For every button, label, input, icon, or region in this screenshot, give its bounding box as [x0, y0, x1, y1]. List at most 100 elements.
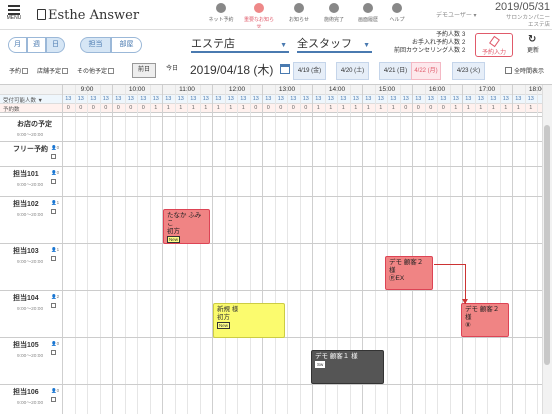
staff-row-header[interactable]: フリー予約 👤0 [0, 144, 64, 162]
appointment-card[interactable]: デモ 顧客２ 様 ⑧ [461, 303, 509, 337]
appointment-card[interactable]: 新規 様 初方 New [213, 303, 285, 338]
staff-select[interactable]: 全スタッフ ▼ [297, 37, 372, 53]
grid-column-line [187, 85, 188, 414]
calendar-icon[interactable] [51, 397, 56, 402]
view-day-button[interactable]: 日 [46, 37, 65, 53]
reserved-count: 1 [216, 105, 220, 111]
staff-row-header[interactable]: 担当105 👤0 9:00〜20:00 [0, 340, 64, 359]
available-count: 13 [477, 96, 484, 102]
grid-column-line [274, 85, 276, 414]
date-tab-0422[interactable]: 4/22 (月) [411, 62, 441, 80]
reserved-count: 0 [279, 105, 283, 111]
staff-row-header[interactable]: 担当103 👤1 9:00〜20:00 [0, 246, 64, 265]
store-select[interactable]: エステ店 ▼ [191, 37, 289, 53]
staff-name: 担当102 [13, 201, 39, 208]
row-divider [0, 290, 542, 291]
scrollbar-thumb[interactable] [544, 125, 550, 365]
nav-treatment-done[interactable]: 施術完了 [318, 3, 350, 23]
nav-help[interactable]: ヘルプ [381, 3, 413, 23]
calendar-icon[interactable] [51, 154, 56, 159]
view-room-button[interactable]: 部屋 [111, 37, 142, 53]
row-divider [0, 384, 542, 385]
reserved-count: 1 [229, 105, 233, 111]
time-label: 13:00 [278, 86, 296, 93]
staff-row-header[interactable]: 担当102 👤1 9:00〜20:00 [0, 199, 64, 218]
date-tab-0421[interactable]: 4/21 (日) [379, 62, 412, 80]
nav-notice[interactable]: お知らせ [283, 3, 315, 23]
available-count: 13 [527, 96, 534, 102]
prev-day-button[interactable]: 前日 [132, 63, 156, 78]
person-count-icon: 👤1 [51, 200, 60, 205]
available-count: 13 [277, 96, 284, 102]
reserved-count: 0 [441, 105, 445, 111]
grid-column-line [87, 85, 88, 414]
staff-name: 担当103 [13, 248, 39, 255]
available-count: 13 [90, 96, 97, 102]
grid-column-line [437, 85, 438, 414]
available-count: 13 [490, 96, 497, 102]
appointment-card[interactable]: たなか ふみこ 初方 New [163, 209, 210, 244]
calendar-icon[interactable] [280, 64, 290, 74]
row-divider [0, 166, 542, 167]
available-count: 13 [402, 96, 409, 102]
available-count: 13 [240, 96, 247, 102]
reserved-count: 1 [366, 105, 370, 111]
menu-button[interactable]: MENU [3, 3, 25, 21]
refresh-button[interactable]: ↻ 更新 [521, 33, 545, 57]
staff-row-header[interactable]: 担当106 👤0 9:00〜20:00 [0, 387, 64, 406]
staff-row-header[interactable]: 担当104 👤2 9:00〜20:00 [0, 293, 64, 312]
staff-hours: 9:00〜20:00 [17, 260, 44, 265]
reserved-count: 0 [116, 105, 120, 111]
view-month-button[interactable]: 月 [8, 37, 27, 53]
reserved-count: 1 [166, 105, 170, 111]
date-tab-0419[interactable]: 4/19 (金) [293, 62, 326, 80]
staff-name: お店の予定 [17, 121, 52, 128]
date-tab-0420[interactable]: 4/20 (土) [336, 62, 369, 80]
appointment-card[interactable]: デモ 顧客１ 様 Sw [311, 350, 384, 384]
date-tab-0423[interactable]: 4/23 (火) [452, 62, 485, 80]
staff-hours: 9:00〜20:00 [17, 213, 44, 218]
available-count: 13 [502, 96, 509, 102]
nav-important-notice[interactable]: 重要なお知らせ [243, 3, 275, 30]
calendar-icon[interactable] [51, 303, 56, 308]
available-count: 13 [202, 96, 209, 102]
available-count: 13 [415, 96, 422, 102]
nav-screen-history[interactable]: 画面履歴 [352, 3, 384, 23]
store-short: エステ店 [527, 22, 550, 28]
appointment-link-line [434, 264, 466, 265]
reserved-count: 0 [266, 105, 270, 111]
view-staff-button[interactable]: 担当 [80, 37, 111, 53]
today-button[interactable]: 今日 [161, 63, 183, 78]
grid-column-line [124, 85, 126, 414]
time-label: 10:00 [128, 86, 146, 93]
reserved-count: 1 [379, 105, 383, 111]
available-count: 13 [352, 96, 359, 102]
time-label: 12:00 [228, 86, 246, 93]
calendar-icon[interactable] [51, 209, 56, 214]
staff-row-header[interactable]: お店の予定 9:00〜20:00 [0, 119, 64, 138]
time-label: 15:00 [378, 86, 396, 93]
available-count: 13 [152, 96, 159, 102]
show-all-hours-checkbox[interactable]: 全時間表示 [505, 66, 544, 75]
logo-icon [37, 9, 46, 20]
dropdown-arrow-icon: ▼ [280, 42, 287, 49]
reserve-input-button[interactable]: 予約入力 [475, 33, 513, 57]
grid-column-line [487, 85, 488, 414]
user-menu[interactable]: デモユーザー ▾ [436, 10, 477, 19]
history-icon [363, 3, 373, 13]
reserved-count: 1 [329, 105, 333, 111]
reserved-count: 0 [141, 105, 145, 111]
person-count-icon: 👤0 [51, 388, 60, 393]
dropdown-arrow-icon: ▼ [363, 42, 370, 49]
appointment-card[interactable]: デモ 顧客２ 様 ⓇEX [385, 256, 433, 290]
reserved-count: 1 [354, 105, 358, 111]
view-week-button[interactable]: 週 [27, 37, 46, 53]
help-icon [392, 3, 402, 13]
calendar-icon[interactable] [51, 256, 56, 261]
staff-row-header[interactable]: 担当101 👤0 9:00〜20:00 [0, 169, 64, 188]
nav-net-reservation[interactable]: ネット予約 [205, 3, 237, 23]
available-count: 13 [77, 96, 84, 102]
calendar-icon[interactable] [51, 179, 56, 184]
app-logo[interactable]: Esthe Answer [37, 8, 139, 23]
calendar-icon[interactable] [51, 350, 56, 355]
